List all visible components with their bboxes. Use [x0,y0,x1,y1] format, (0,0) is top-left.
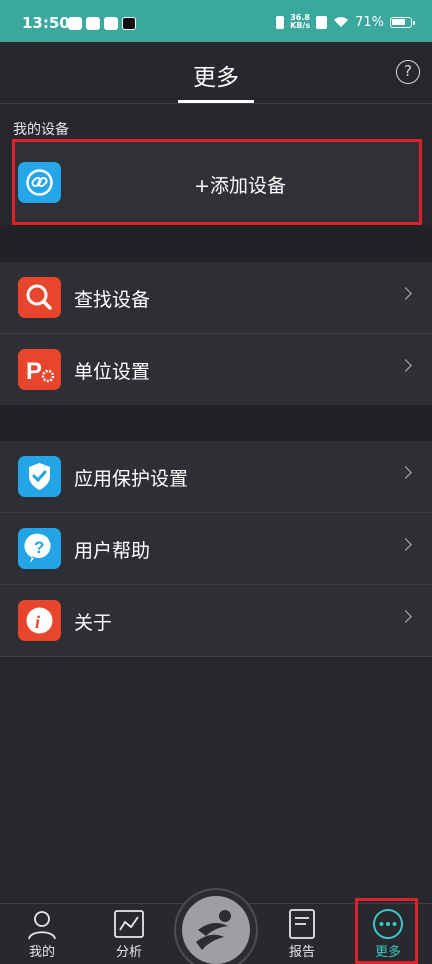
help-bubble-icon: ? [18,528,61,569]
link-device-icon [18,162,61,203]
app-logo-button[interactable] [174,888,258,964]
nav-item-report[interactable]: 报告 [272,904,332,964]
menu-item-app-protection[interactable]: 应用保护设置 [0,441,432,513]
nav-label-report: 报告 [288,945,315,960]
menu-item-label: 单位设置 [74,361,151,383]
title-underline [178,100,254,103]
nav-item-me[interactable]: 我的 [12,904,72,964]
svg-text:?: ? [34,538,44,557]
status-time: 13:50 [22,14,70,32]
status-indicators: 36.8 KB/s 71% [276,14,415,30]
status-bar: 13:50 36.8 KB/s 71% [0,0,432,42]
section-divider [0,405,432,441]
chevron-right-icon [399,359,412,372]
menu-item-label: 用户帮助 [74,540,151,562]
notification-icons [68,17,136,30]
nav-label-me: 我的 [28,945,55,960]
more-tab-highlight [355,898,418,964]
section-divider [0,225,432,262]
notification-mail-icon [104,17,118,30]
top-header: 更多 ? [0,42,432,104]
info-icon: i [18,600,61,641]
search-icon [18,277,61,318]
report-icon [289,909,315,939]
sim-icon [316,15,328,29]
notification-app-icon [86,17,100,30]
add-device-label: +添加设备 [194,175,286,197]
battery-icon [390,16,415,28]
menu-item-label: 关于 [74,612,113,634]
chevron-right-icon [399,538,412,551]
net-speed-unit: KB/s [290,21,311,30]
chevron-right-icon [399,466,412,479]
vibrate-icon [276,15,285,29]
nav-item-analysis[interactable]: 分析 [99,904,159,964]
menu-item-label: 查找设备 [74,289,151,311]
my-devices-label: 我的设备 [13,122,69,138]
chevron-right-icon [399,610,412,623]
runner-logo-icon [182,896,250,964]
page-title: 更多 [193,65,239,91]
menu-item-user-help[interactable]: ? 用户帮助 [0,513,432,585]
battery-percent: 71% [355,14,384,30]
chart-icon [114,910,144,938]
nav-label-analysis: 分析 [115,945,142,960]
svg-text:P: P [26,358,42,385]
unit-settings-icon: P [18,349,61,390]
notification-tiktok-icon [122,17,136,30]
notification-app-icon [68,17,82,30]
menu-item-find-device[interactable]: 查找设备 [0,262,432,334]
wifi-icon [334,17,349,27]
person-icon [28,911,56,940]
shield-check-icon [18,456,61,497]
chevron-right-icon [399,287,412,300]
menu-item-about[interactable]: i 关于 [0,585,432,657]
menu-item-unit-settings[interactable]: P 单位设置 [0,334,432,406]
help-icon[interactable]: ? [396,60,420,84]
svg-text:i: i [35,612,40,632]
menu-item-label: 应用保护设置 [74,468,189,490]
net-speed: 36.8 KB/s [290,14,310,30]
